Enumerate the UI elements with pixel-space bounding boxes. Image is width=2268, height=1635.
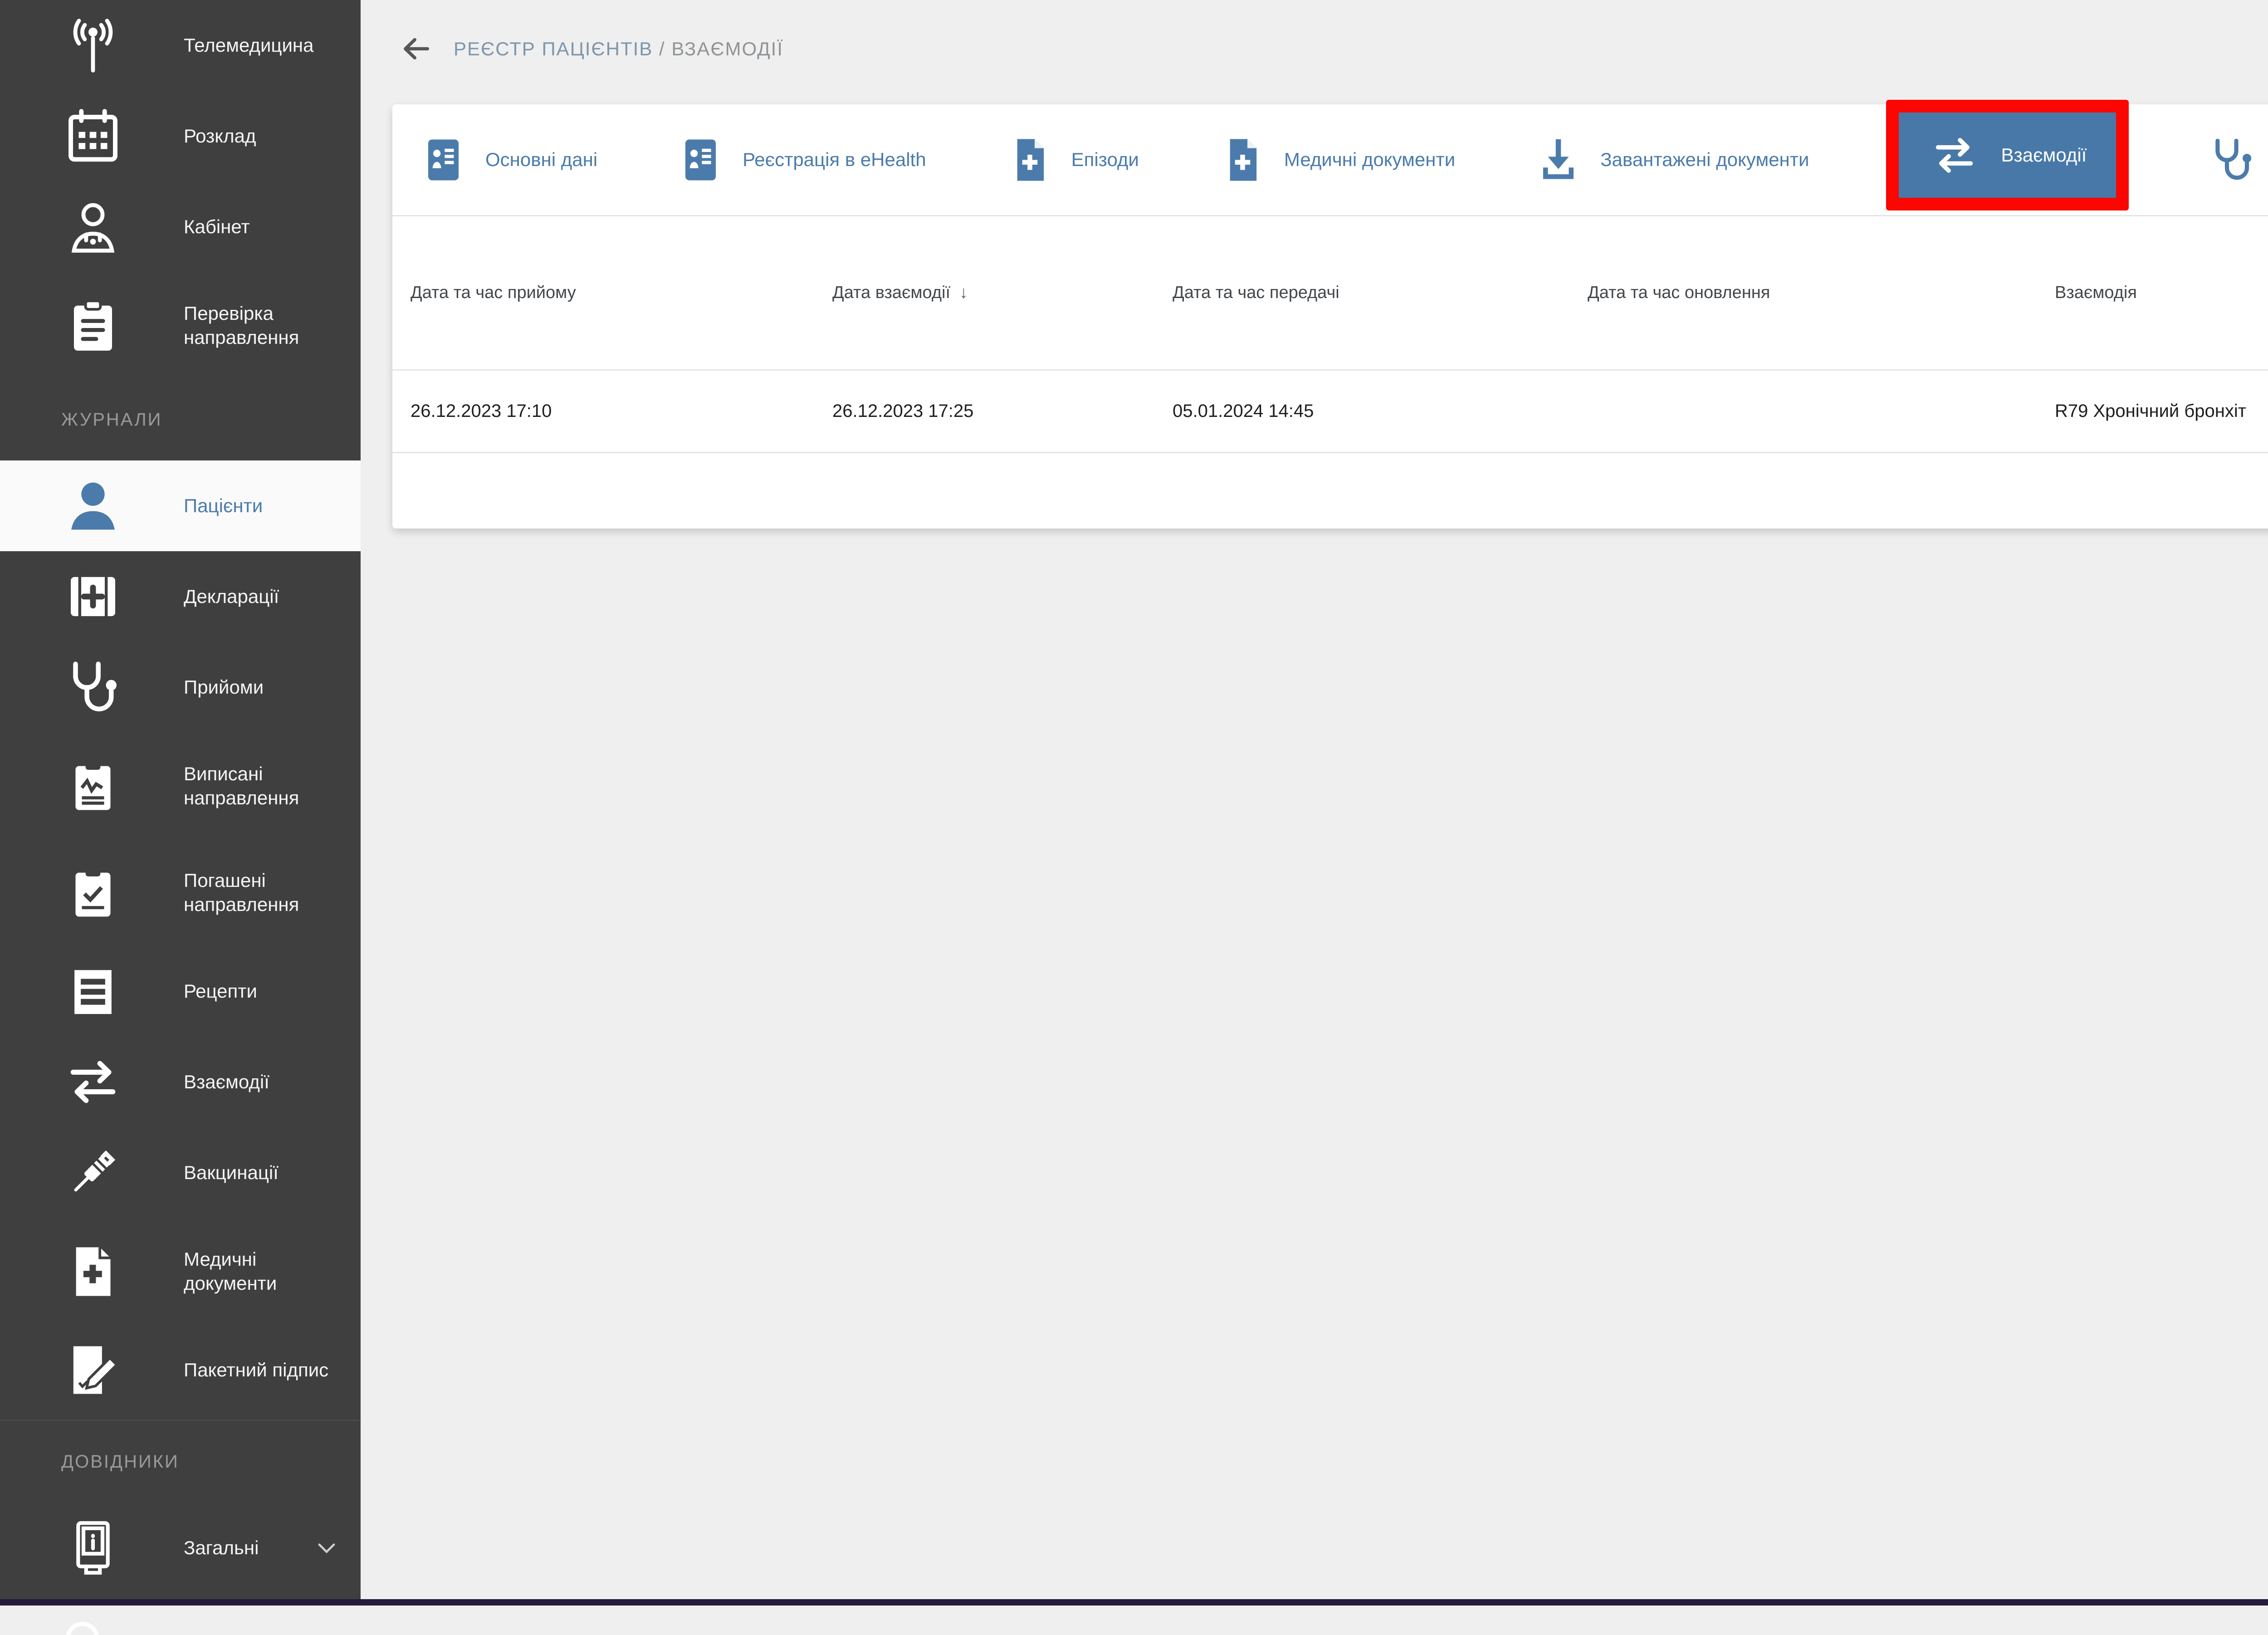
tab-label: Медичні документи xyxy=(1284,149,1455,171)
sidebar-item-label: Взаємодії xyxy=(184,1070,269,1094)
download-icon xyxy=(1532,132,1584,188)
cell-reception-datetime: 26.12.2023 17:10 xyxy=(411,401,832,421)
tab-medical-documents[interactable]: Медичні документи xyxy=(1216,132,1455,188)
breadcrumb-current: ВЗАЄМОДІЇ xyxy=(671,38,783,59)
breadcrumb-separator: / xyxy=(659,38,665,59)
tab-episodes[interactable]: Епізоди xyxy=(1003,132,1139,188)
sidebar-item-label: Пацієнти xyxy=(184,494,263,518)
sidebar-item-label: Погашені направлення xyxy=(184,869,342,916)
clipboard-list-icon xyxy=(61,294,134,357)
sidebar-item-label: Декларації xyxy=(184,585,279,609)
tab-appointments[interactable]: Прийоми xyxy=(2206,132,2268,188)
sidebar-item-label: Розклад xyxy=(184,124,256,148)
stethoscope-icon xyxy=(61,656,134,719)
sidebar-item-referral-check[interactable]: Перевірка направлення xyxy=(0,272,361,379)
tab-label: Реєстрація в eHealth xyxy=(743,149,926,171)
tab-uploaded-documents[interactable]: Завантажені документи xyxy=(1532,132,1809,188)
breadcrumb-text: РЕЄСТР ПАЦІЄНТІВ / ВЗАЄМОДІЇ xyxy=(454,38,783,60)
window-bottom-edge xyxy=(0,1599,2268,1606)
tab-label: Епізоди xyxy=(1071,149,1139,171)
receipt-icon xyxy=(61,959,134,1023)
chevron-down-icon[interactable] xyxy=(311,1532,342,1564)
id-card-icon xyxy=(675,132,727,188)
document-plus-icon xyxy=(1003,132,1056,188)
sidebar-item-patients[interactable]: Пацієнти xyxy=(0,460,361,551)
sidebar-item-cabinet[interactable]: Кабінет xyxy=(0,181,361,272)
syringe-icon xyxy=(61,1141,134,1204)
signature-icon xyxy=(61,1338,134,1402)
back-arrow-icon[interactable] xyxy=(399,32,433,66)
calendar-icon xyxy=(61,104,134,168)
person-icon xyxy=(61,474,134,538)
tab-label: Основні дані xyxy=(485,149,597,171)
sidebar-item-label: Кабінет xyxy=(184,215,250,239)
breadcrumb: РЕЄСТР ПАЦІЄНТІВ / ВЗАЄМОДІЇ xyxy=(399,23,783,75)
sidebar-item-general[interactable]: Загальні xyxy=(0,1503,361,1593)
sidebar-item-declarations[interactable]: Декларації xyxy=(0,551,361,642)
transfer-icon xyxy=(61,1050,134,1114)
column-header-transfer-datetime[interactable]: Дата та час передачі xyxy=(1173,283,1588,303)
breadcrumb-parent-link[interactable]: РЕЄСТР ПАЦІЄНТІВ xyxy=(454,38,653,59)
tab-label: Завантажені документи xyxy=(1600,149,1809,171)
column-header-reception-datetime[interactable]: Дата та час прийому xyxy=(411,283,832,303)
tab-interactions[interactable]: Взаємодії xyxy=(1899,113,2116,198)
pagination-bar: Рядків на сторінці: 10 ▼ 1 - 1 з загальн… xyxy=(392,453,2268,529)
annotation-highlight-box: Взаємодії xyxy=(1886,100,2129,210)
sidebar-item-label: Медичні документи xyxy=(184,1248,342,1295)
tab-bar: Основні дані Реєстрація в eHealth Епізод… xyxy=(392,104,2268,216)
table-header-row: Дата та час прийому Дата взаємодії↓ Дата… xyxy=(392,216,2268,371)
declaration-card-icon xyxy=(61,565,134,628)
sidebar-section-journals: ЖУРНАЛИ xyxy=(0,379,361,460)
sidebar-item-telemedicine[interactable]: Телемедицина xyxy=(0,0,361,91)
transfer-icon xyxy=(1928,127,1980,184)
table-row[interactable]: 26.12.2023 17:10 26.12.2023 17:25 05.01.… xyxy=(392,371,2268,453)
sidebar-item-label: Телемедицина xyxy=(184,34,313,58)
sidebar-item-schedule[interactable]: Розклад xyxy=(0,91,361,181)
sidebar-item-label: Виписані направлення xyxy=(184,762,342,810)
sidebar-item-redeemed-referrals[interactable]: Погашені направлення xyxy=(0,839,361,946)
sort-descending-icon: ↓ xyxy=(959,283,968,303)
sidebar-item-interactions[interactable]: Взаємодії xyxy=(0,1037,361,1127)
id-card-icon xyxy=(417,132,469,188)
book-icon xyxy=(61,1516,134,1580)
sidebar-item-vaccinations[interactable]: Вакцинації xyxy=(0,1127,361,1218)
stethoscope-icon xyxy=(2206,132,2258,188)
sidebar-item-label: Рецепти xyxy=(184,979,257,1004)
patient-interactions-panel: Основні дані Реєстрація в eHealth Епізод… xyxy=(392,104,2268,529)
sidebar-item-label: Вакцинації xyxy=(184,1161,279,1185)
sidebar-item-issued-referrals[interactable]: Виписані направлення xyxy=(0,733,361,839)
clipboard-pulse-icon xyxy=(61,754,134,818)
sidebar-item-label: Прийоми xyxy=(184,676,264,700)
tab-ehealth-registration[interactable]: Реєстрація в eHealth xyxy=(675,132,926,188)
sidebar-item-prescriptions[interactable]: Рецепти xyxy=(0,946,361,1037)
sidebar-item-medical-documents[interactable]: Медичні документи xyxy=(0,1218,361,1325)
cell-transfer-datetime: 05.01.2024 14:45 xyxy=(1173,401,1588,421)
doctor-icon xyxy=(61,195,134,259)
person-circle-icon xyxy=(61,1601,134,1635)
tab-label: Взаємодії xyxy=(2001,144,2087,166)
column-header-update-datetime[interactable]: Дата та час оновлення xyxy=(1588,283,2055,303)
tab-main-data[interactable]: Основні дані xyxy=(417,132,597,188)
sidebar-item-appointments[interactable]: Прийоми xyxy=(0,642,361,733)
document-plus-icon xyxy=(1216,132,1268,188)
antenna-icon xyxy=(61,14,134,77)
sidebar-item-label: Пакетний підпис xyxy=(184,1358,328,1382)
cell-interaction-date: 26.12.2023 17:25 xyxy=(832,401,1173,421)
cell-interaction: R79 Хронічний бронхіт xyxy=(2055,401,2268,421)
sidebar-section-handbooks: ДОВІДНИКИ xyxy=(0,1421,361,1503)
sidebar-item-batch-signature[interactable]: Пакетний підпис xyxy=(0,1325,361,1415)
document-plus-icon xyxy=(61,1240,134,1303)
column-header-interaction-date[interactable]: Дата взаємодії↓ xyxy=(832,283,1173,303)
sidebar-item-label: Загальні xyxy=(184,1536,259,1560)
sidebar-item-label: Перевірка направлення xyxy=(184,302,342,349)
clipboard-check-icon xyxy=(61,861,134,925)
column-header-interaction[interactable]: Взаємодія xyxy=(2055,283,2268,303)
sidebar: Телемедицина Розклад Кабінет xyxy=(0,0,361,1606)
